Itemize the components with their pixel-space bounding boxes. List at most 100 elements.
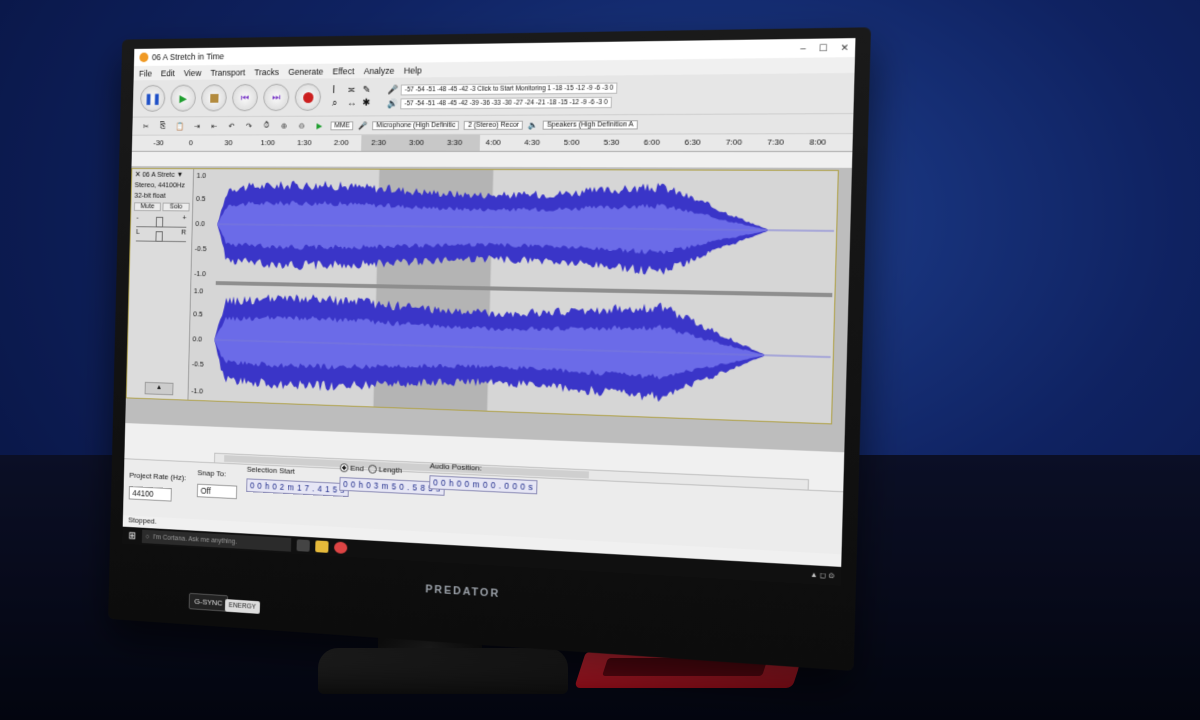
playback-meter-icon: 🔊 xyxy=(386,97,398,108)
gain-plus-label: + xyxy=(182,213,187,222)
zoom-tool-icon[interactable]: ⌕ xyxy=(332,98,345,109)
play-button[interactable]: ▶ xyxy=(170,84,197,112)
gain-minus-label: - xyxy=(136,212,139,222)
playback-device-select[interactable]: Speakers (High Definition A xyxy=(542,119,638,130)
end-radio[interactable]: End xyxy=(339,463,364,473)
length-radio[interactable]: Length xyxy=(368,464,402,475)
snap-to-select[interactable]: Off xyxy=(196,483,238,500)
monitor: 06 A Stretch in Time – ☐ ✕ File Edit Vie… xyxy=(108,27,872,672)
menu-analyze[interactable]: Analyze xyxy=(364,65,395,75)
undo-icon[interactable]: ↶ xyxy=(225,121,238,130)
minimize-icon[interactable]: – xyxy=(800,42,806,54)
record-meter[interactable]: -57 -54 -51 -48 -45 -42 -3 Click to Star… xyxy=(400,82,618,95)
mute-button[interactable]: Mute xyxy=(133,202,161,212)
screen: 06 A Stretch in Time – ☐ ✕ File Edit Vie… xyxy=(122,38,856,586)
meter-toolbar: 🎤 -57 -54 -51 -48 -45 -42 -3 Click to St… xyxy=(387,82,618,109)
pause-icon: ❚❚ xyxy=(144,93,162,105)
status-text: Stopped. xyxy=(128,515,157,526)
scale-label: -1.0 xyxy=(194,269,207,279)
record-meter-icon: 🎤 xyxy=(387,84,399,95)
timeline-tick-label: 7:00 xyxy=(725,137,743,147)
copy-icon[interactable]: ⎘ xyxy=(156,121,169,131)
track-menu-chevron-icon[interactable]: ▼ xyxy=(177,170,184,179)
windows-start-icon[interactable]: ⊞ xyxy=(122,527,142,545)
audio-position-time[interactable]: 0 0 h 0 0 m 0 0 . 0 0 0 s xyxy=(429,475,538,495)
gain-slider-knob[interactable] xyxy=(155,216,164,228)
pan-slider[interactable]: L R xyxy=(135,227,186,243)
trim-icon[interactable]: ⇥ xyxy=(191,122,204,131)
timeline-tick-label: 30 xyxy=(224,138,233,148)
menu-generate[interactable]: Generate xyxy=(288,66,323,76)
skip-start-icon: ⏮ xyxy=(240,92,250,103)
track-close-icon[interactable]: ✕ xyxy=(135,170,141,179)
speaker-icon: 🔈 xyxy=(527,120,538,130)
menu-view[interactable]: View xyxy=(184,68,202,78)
project-rate-select[interactable]: 44100 xyxy=(128,486,172,502)
skip-to-end-button[interactable]: ⏭ xyxy=(263,83,290,112)
stop-button[interactable] xyxy=(200,84,228,112)
cut-icon[interactable]: ✂ xyxy=(139,122,152,131)
timeline-ruler[interactable]: -30 0 30 1:00 1:30 2:00 2:30 3:00 3:30 4:00 4:30 5:… xyxy=(131,134,853,153)
timeline-tick-label: 1:00 xyxy=(260,138,276,148)
playback-meter[interactable]: -57 -54 -51 -48 -45 -42 -39 -36 -33 -30 … xyxy=(400,96,612,109)
selection-tool-icon[interactable]: I xyxy=(332,85,345,96)
scale-label-bottom: -1.0 xyxy=(191,386,204,396)
task-view-icon[interactable] xyxy=(296,539,310,552)
paste-icon[interactable]: 📋 xyxy=(173,122,186,131)
file-explorer-icon[interactable] xyxy=(315,540,329,553)
envelope-tool-icon[interactable]: ≍ xyxy=(347,85,361,96)
chrome-icon[interactable] xyxy=(333,541,348,554)
scale-label: -0.5 xyxy=(191,359,204,369)
edit-device-toolbar: ✂ ⎘ 📋 ⇥ ⇤ ↶ ↷ ⏱ ⊕ ⊖ ▶ MME 🎤 Microphone (… xyxy=(132,114,854,136)
transport-toolbar: ❚❚ ▶ ⏮ ⏭ I ≍ ✎ ⌕ ↔ ✱ 🎤 -57 -54 -51 -48 -… xyxy=(132,72,855,118)
sync-lock-icon[interactable]: ⏱ xyxy=(260,121,273,131)
audio-host-select[interactable]: MME xyxy=(330,120,354,130)
length-radio-dot[interactable] xyxy=(368,464,377,475)
recording-device-select[interactable]: Microphone (High Definitic xyxy=(372,120,460,130)
record-button[interactable] xyxy=(294,83,322,111)
redo-icon[interactable]: ↷ xyxy=(242,121,255,130)
collapse-track-button[interactable]: ▲ xyxy=(144,381,174,396)
pan-slider-knob[interactable] xyxy=(155,231,163,242)
silence-icon[interactable]: ⇤ xyxy=(208,121,221,130)
recording-channels-select[interactable]: 2 (Stereo) Recor xyxy=(464,120,524,130)
zoom-out-icon[interactable]: ⊖ xyxy=(295,121,308,130)
gain-slider[interactable]: - + xyxy=(136,212,187,228)
track-name-menu[interactable]: ✕ 06 A Stretc ▼ xyxy=(132,169,193,180)
menu-edit[interactable]: Edit xyxy=(161,68,175,78)
menu-effect[interactable]: Effect xyxy=(333,66,355,76)
zoom-in-icon[interactable]: ⊕ xyxy=(277,121,290,130)
gsync-badge: G-SYNC xyxy=(188,592,229,612)
timeline-tick-label: 2:00 xyxy=(333,138,349,147)
end-radio-dot[interactable] xyxy=(339,463,349,473)
menu-tracks[interactable]: Tracks xyxy=(254,67,279,77)
selection-start-label: Selection Start xyxy=(246,464,295,476)
timeshift-tool-icon[interactable]: ↔ xyxy=(347,98,361,109)
play-at-speed-icon[interactable]: ▶ xyxy=(313,121,326,130)
draw-tool-icon[interactable]: ✎ xyxy=(362,85,376,96)
system-tray[interactable]: ▲ ◻ ⊙ xyxy=(810,570,841,581)
scale-label: 1.0 xyxy=(193,286,204,296)
waveform-svg[interactable] xyxy=(213,169,836,423)
channel-divider xyxy=(215,281,833,298)
window-controls: – ☐ ✕ xyxy=(800,42,848,54)
menu-help[interactable]: Help xyxy=(404,65,422,75)
microphone-icon: 🎤 xyxy=(358,120,368,130)
energy-badge: ENERGY xyxy=(224,599,260,614)
audio-track: ✕ 06 A Stretc ▼ Stereo, 44100Hz 32-bit f… xyxy=(125,168,839,425)
audacity-app-icon xyxy=(139,52,149,63)
pause-button[interactable]: ❚❚ xyxy=(139,84,166,112)
timeline-tick-label: 7:30 xyxy=(767,137,785,147)
selection-start-time[interactable]: 0 0 h 0 2 m 1 7 . 4 1 5 s xyxy=(246,478,349,498)
menu-transport[interactable]: Transport xyxy=(210,67,245,77)
waveform-area[interactable] xyxy=(213,169,836,423)
multi-tool-icon[interactable]: ✱ xyxy=(362,98,376,109)
menu-file[interactable]: File xyxy=(139,68,152,78)
close-icon[interactable]: ✕ xyxy=(840,42,848,54)
solo-button[interactable]: Solo xyxy=(162,202,190,212)
skip-to-start-button[interactable]: ⏮ xyxy=(231,83,259,112)
record-icon xyxy=(302,91,314,103)
timeline-tick-label: 6:30 xyxy=(684,137,701,147)
maximize-icon[interactable]: ☐ xyxy=(819,42,828,54)
window-title: 06 A Stretch in Time xyxy=(151,51,225,63)
